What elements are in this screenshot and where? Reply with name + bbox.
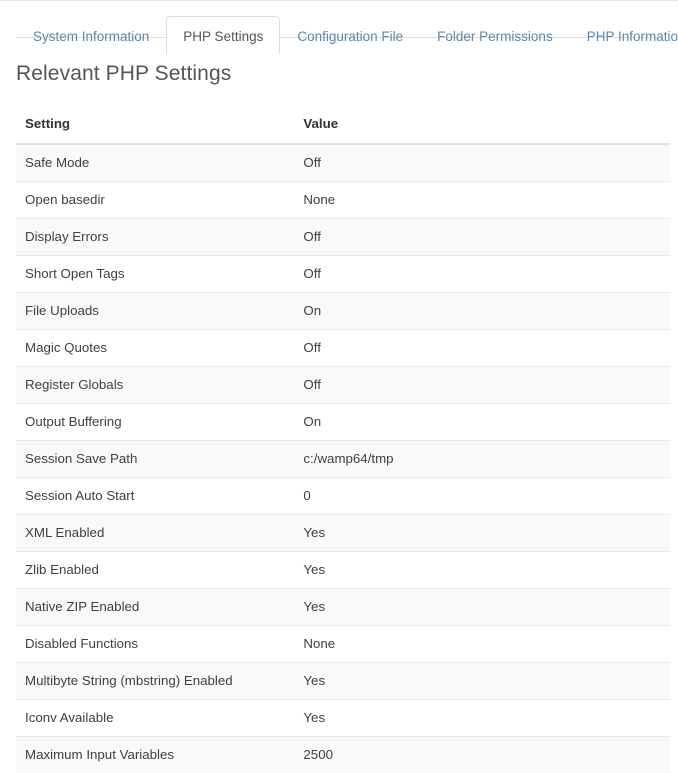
table-body: Safe ModeOffOpen basedirNoneDisplay Erro…	[16, 144, 670, 773]
table-row: Multibyte String (mbstring) EnabledYes	[16, 663, 670, 700]
setting-value-cell: Yes	[294, 552, 670, 589]
setting-value-cell: Yes	[294, 515, 670, 552]
setting-name-cell: File Uploads	[16, 293, 294, 330]
setting-value-cell: Off	[294, 256, 670, 293]
setting-value-cell: 2500	[294, 737, 670, 773]
table-row: Disabled FunctionsNone	[16, 626, 670, 663]
table-row: Display ErrorsOff	[16, 219, 670, 256]
tab-configuration-file[interactable]: Configuration File	[280, 16, 420, 53]
setting-value-cell: None	[294, 182, 670, 219]
table-row: Magic QuotesOff	[16, 330, 670, 367]
setting-name-cell: Session Auto Start	[16, 478, 294, 515]
setting-name-cell: Magic Quotes	[16, 330, 294, 367]
table-row: Session Save Pathc:/wamp64/tmp	[16, 441, 670, 478]
setting-name-cell: Register Globals	[16, 367, 294, 404]
setting-value-cell: Yes	[294, 663, 670, 700]
table-row: Short Open TagsOff	[16, 256, 670, 293]
setting-value-cell: Yes	[294, 589, 670, 626]
setting-name-cell: Output Buffering	[16, 404, 294, 441]
setting-value-cell: Off	[294, 330, 670, 367]
column-header-setting: Setting	[16, 106, 294, 144]
table-row: Output BufferingOn	[16, 404, 670, 441]
table-row: Native ZIP EnabledYes	[16, 589, 670, 626]
setting-value-cell: Off	[294, 144, 670, 182]
table-row: XML EnabledYes	[16, 515, 670, 552]
tab-folder-permissions[interactable]: Folder Permissions	[420, 16, 570, 53]
setting-value-cell: None	[294, 626, 670, 663]
setting-value-cell: Off	[294, 219, 670, 256]
php-settings-table: Setting Value Safe ModeOffOpen basedirNo…	[16, 106, 670, 773]
table-row: Open basedirNone	[16, 182, 670, 219]
tab-php-settings[interactable]: PHP Settings	[166, 16, 280, 54]
table-row: Iconv AvailableYes	[16, 700, 670, 737]
setting-name-cell: Disabled Functions	[16, 626, 294, 663]
table-row: Safe ModeOff	[16, 144, 670, 182]
table-head: Setting Value	[16, 106, 670, 144]
setting-name-cell: Multibyte String (mbstring) Enabled	[16, 663, 294, 700]
setting-name-cell: Session Save Path	[16, 441, 294, 478]
setting-value-cell: Yes	[294, 700, 670, 737]
setting-value-cell: On	[294, 293, 670, 330]
setting-name-cell: XML Enabled	[16, 515, 294, 552]
setting-value-cell: On	[294, 404, 670, 441]
setting-name-cell: Maximum Input Variables	[16, 737, 294, 773]
setting-name-cell: Display Errors	[16, 219, 294, 256]
tab-bar: System InformationPHP SettingsConfigurat…	[16, 1, 662, 38]
setting-name-cell: Open basedir	[16, 182, 294, 219]
setting-name-cell: Zlib Enabled	[16, 552, 294, 589]
table-row: Register GlobalsOff	[16, 367, 670, 404]
table-row: Maximum Input Variables2500	[16, 737, 670, 773]
tab-system-information[interactable]: System Information	[16, 16, 166, 53]
column-header-value: Value	[294, 106, 670, 144]
php-settings-page: System InformationPHP SettingsConfigurat…	[0, 0, 678, 762]
setting-name-cell: Native ZIP Enabled	[16, 589, 294, 626]
setting-value-cell: c:/wamp64/tmp	[294, 441, 670, 478]
setting-name-cell: Iconv Available	[16, 700, 294, 737]
setting-value-cell: Off	[294, 367, 670, 404]
table-row: Session Auto Start0	[16, 478, 670, 515]
table-row: File UploadsOn	[16, 293, 670, 330]
tab-php-information[interactable]: PHP Information	[570, 16, 678, 53]
settings-table-container: Setting Value Safe ModeOffOpen basedirNo…	[16, 106, 670, 773]
setting-name-cell: Safe Mode	[16, 144, 294, 182]
table-header-row: Setting Value	[16, 106, 670, 144]
setting-name-cell: Short Open Tags	[16, 256, 294, 293]
table-row: Zlib EnabledYes	[16, 552, 670, 589]
setting-value-cell: 0	[294, 478, 670, 515]
